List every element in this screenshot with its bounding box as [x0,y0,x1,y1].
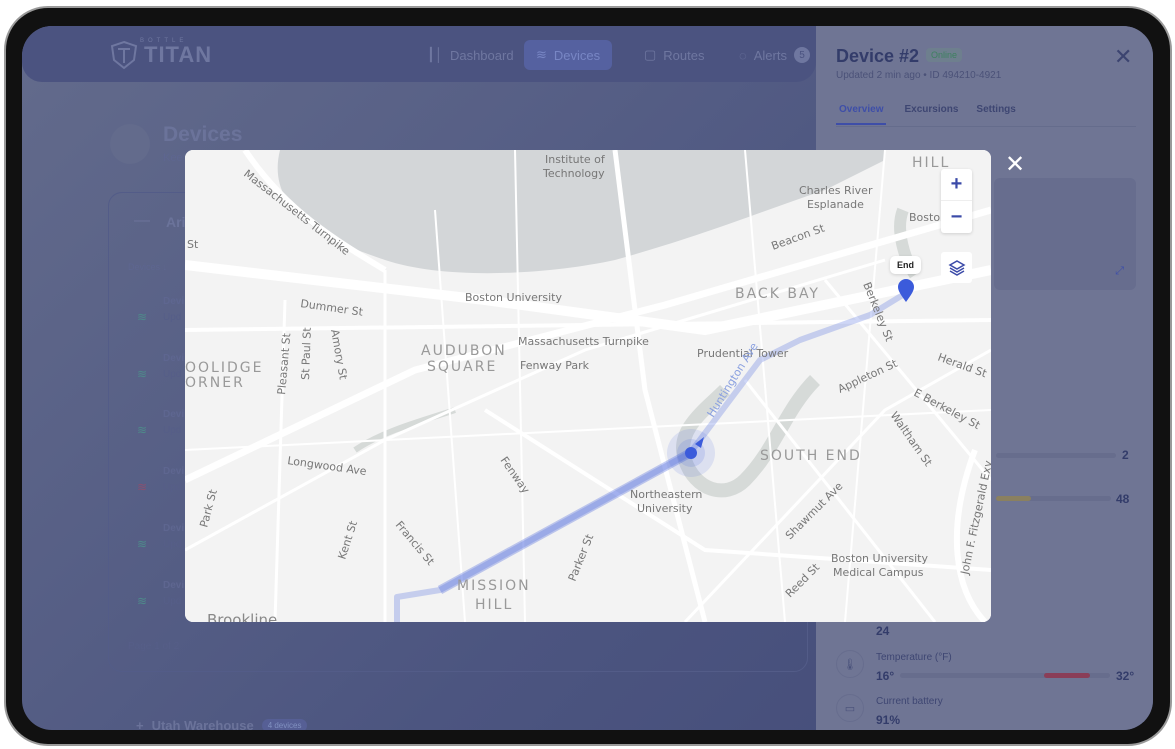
svg-text:Boston University: Boston University [465,291,562,304]
bar-chart-icon: ┃│ [427,47,443,62]
svg-text:St: St [187,238,199,251]
group-utah-warehouse[interactable]: + Utah Warehouse 4 devices [136,718,308,730]
metric3-value: 24 [876,624,890,638]
wifi-icon: ≋ [536,47,547,62]
wifi-off-icon: ≋ [136,480,148,494]
device-name: Devi [163,580,185,591]
svg-text:Northeastern: Northeastern [630,488,702,501]
wifi-icon: ≋ [136,537,148,551]
temperature-max: 32° [1116,669,1135,683]
nav-devices[interactable]: ≋ Devices [524,40,613,70]
column-header-devices[interactable]: Devices ↓ [128,262,167,272]
devices-page-icon [110,124,150,164]
svg-text:Medical Campus: Medical Campus [833,566,924,579]
group-name: Ari [166,214,186,230]
svg-text:Massachusetts Turnpike: Massachusetts Turnpike [518,335,649,348]
metric2-fill [996,496,1031,501]
zoom-in-button[interactable]: + [941,169,972,201]
metric2-bar [996,496,1111,501]
chat-alert-icon: ◌ [739,47,747,63]
device-name: Devi [163,296,185,307]
zoom-out-button[interactable]: − [941,201,972,233]
wifi-icon: ≋ [136,367,148,381]
nav-alerts[interactable]: ◌ Alerts 5 [727,40,822,70]
device-name: Devi [163,409,185,420]
svg-text:SQUARE: SQUARE [427,359,497,375]
tab-settings[interactable]: Settings [976,104,1015,125]
svg-text:HILL: HILL [475,597,513,613]
svg-text:AUDUBON: AUDUBON [421,343,507,359]
svg-text:Bosto: Bosto [909,211,940,224]
logo: BOTTLE TITAN [110,38,212,70]
page-title: Devices [163,123,243,146]
tab-excursions[interactable]: Excursions [904,104,958,125]
end-label: End [890,256,921,274]
temperature-label: Temperature (°F) [876,652,952,663]
svg-text:Boston University: Boston University [831,552,928,565]
device-updated: Updated 2 min ago • ID 494210-4921 [836,70,1002,81]
route-icon: ▢ [644,47,657,62]
layers-button[interactable] [941,252,972,283]
nav-dashboard[interactable]: ┃│ Dashboard [415,40,526,70]
device-updated: Upd [163,312,182,323]
svg-text:Institute of: Institute of [545,153,606,166]
wifi-icon: ≋ [136,594,148,608]
device-title: Device #2 [836,46,920,66]
nav-routes[interactable]: ▢ Routes [632,40,717,70]
metric1-bar [996,453,1116,458]
device-updated: Upd [163,425,182,436]
close-map-button[interactable]: ✕ [1005,150,1025,179]
thermometer-icon: 🌡 [836,650,864,678]
device-count-badge: 4 devices [261,719,308,730]
metric1-value: 2 [1122,448,1129,462]
wifi-icon: ≋ [136,423,148,437]
svg-text:Brookline: Brookline [207,611,277,622]
top-navigation: BOTTLE TITAN ┃│ Dashboard ≋ Devices ▢ Route… [22,26,816,82]
device-updated: Upd [163,369,182,380]
temperature-fill [1044,673,1090,678]
close-panel-button[interactable]: ✕ [1114,44,1132,70]
layers-icon [947,259,966,276]
svg-text:OOLIDGE: OOLIDGE [185,360,263,376]
svg-text:Technology: Technology [542,167,605,180]
device-updated: Upd [163,596,182,607]
svg-text:BACK BAY: BACK BAY [735,286,820,302]
map-modal[interactable]: Institute of Technology HILL Charles Rive… [185,150,991,622]
wifi-icon: ≋ [136,310,148,324]
shield-icon [110,40,138,70]
device-name: Devi [163,523,185,534]
temperature-min: 16° [876,669,895,683]
svg-text:St Paul St: St Paul St [299,327,314,381]
tabs-divider [836,126,1136,127]
battery-label: Current battery [876,696,943,707]
svg-text:MISSION: MISSION [457,578,531,594]
page-subtitle: Kee [163,152,183,164]
map[interactable]: Institute ofTechnology HILL Charles Rive… [185,150,991,622]
map-thumbnail[interactable]: ⤢ [994,178,1136,290]
svg-text:Esplanade: Esplanade [807,198,864,211]
device-updated: Upd [163,482,182,493]
collapse-group-button[interactable]: — [134,212,150,230]
svg-text:ORNER: ORNER [185,375,245,391]
status-badge: Online [926,48,963,62]
battery-icon: ▭ [836,694,864,722]
svg-text:Fenway Park: Fenway Park [520,359,590,372]
current-location-marker[interactable] [685,447,697,459]
device-name: Devi [163,466,185,477]
expand-map-icon[interactable]: ⤢ [1115,265,1124,278]
svg-text:University: University [637,502,693,515]
device-updated: Upd [163,539,182,550]
svg-text:Charles River: Charles River [799,184,873,197]
expand-icon: + [136,718,144,730]
pagination: Page 1 of 2 [128,641,180,652]
metric2-value: 48 [1116,492,1130,506]
alerts-badge: 5 [793,47,810,63]
panel-tabs: Overview Excursions Settings [836,104,1016,125]
zoom-controls: + − [941,169,972,233]
battery-value: 91% [876,713,901,727]
tab-overview[interactable]: Overview [836,104,887,125]
svg-text:SOUTH END: SOUTH END [760,448,862,464]
device-name: Devi [163,353,185,364]
temperature-bar [900,673,1110,678]
